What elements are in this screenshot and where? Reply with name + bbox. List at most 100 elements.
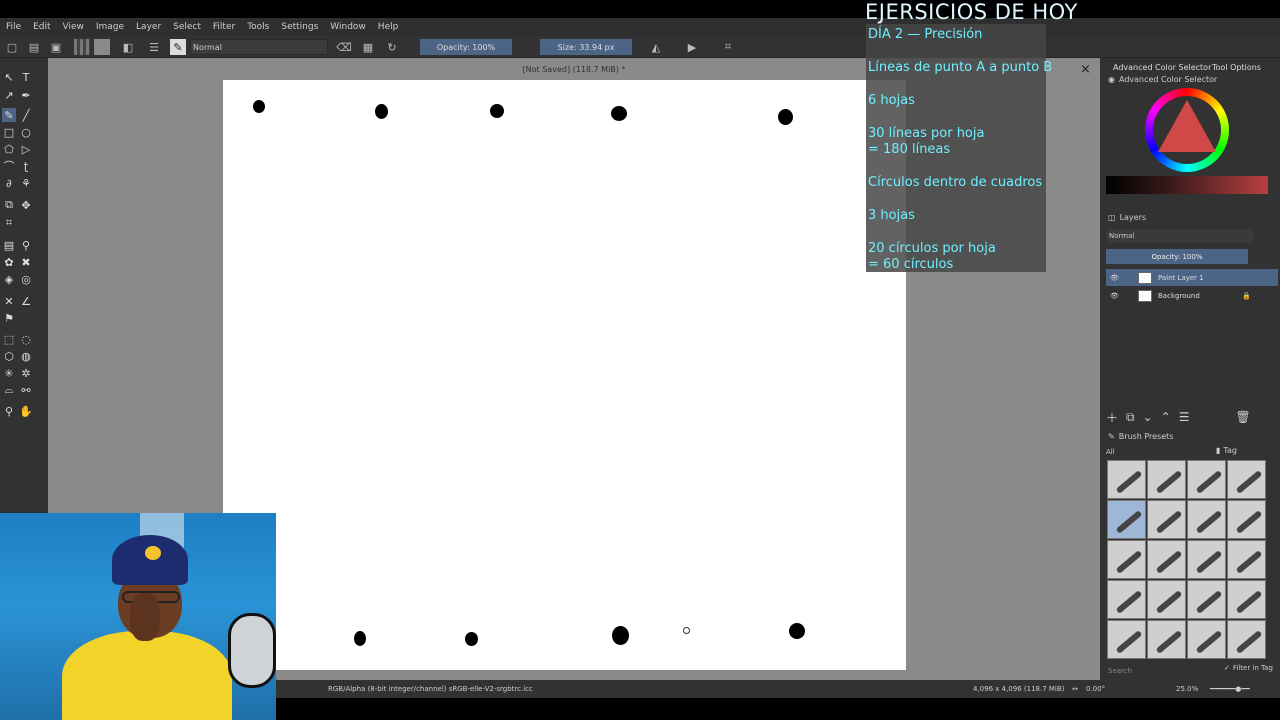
open-document-icon[interactable]: ▤ bbox=[26, 39, 42, 55]
filter-in-tag-checkbox[interactable]: ✓ Filter in Tag bbox=[1224, 664, 1273, 672]
menu-file[interactable]: File bbox=[6, 22, 21, 32]
brush-preset[interactable] bbox=[1147, 580, 1186, 619]
text-tool-icon[interactable]: T bbox=[19, 70, 33, 84]
rotate-icon[interactable]: ↔ bbox=[1072, 685, 1078, 693]
multibrush-icon[interactable]: ⚘ bbox=[19, 176, 33, 190]
opacity-slider[interactable]: Opacity: 100% bbox=[420, 39, 512, 55]
layer-blend-select[interactable]: Normal bbox=[1106, 229, 1254, 243]
color-profile-status[interactable]: RGB/Alpha (8-bit integer/channel) sRGB-e… bbox=[328, 685, 533, 693]
line-tool-icon[interactable]: ╱ bbox=[19, 108, 33, 122]
brush-preset[interactable] bbox=[1147, 620, 1186, 659]
lock-icon[interactable]: 🔒 bbox=[1242, 292, 1251, 300]
reference-tool-icon[interactable]: ⚑ bbox=[2, 311, 16, 325]
rectangle-tool-icon[interactable]: □ bbox=[2, 125, 16, 139]
polygon-tool-icon[interactable]: ⬠ bbox=[2, 142, 16, 156]
brush-filter-select[interactable]: All bbox=[1106, 446, 1212, 458]
menu-settings[interactable]: Settings bbox=[281, 22, 318, 32]
add-layer-icon[interactable]: ＋ bbox=[1106, 409, 1118, 426]
brush-preset[interactable] bbox=[1147, 540, 1186, 579]
rect-select-icon[interactable]: ⬚ bbox=[2, 332, 16, 346]
ellipse-select-icon[interactable]: ◌ bbox=[19, 332, 33, 346]
menu-filter[interactable]: Filter bbox=[213, 22, 235, 32]
menu-tools[interactable]: Tools bbox=[247, 22, 269, 32]
smart-patch-icon[interactable]: ✖ bbox=[19, 255, 33, 269]
select-shapes-icon[interactable]: ↖ bbox=[2, 70, 16, 84]
brush-preset[interactable] bbox=[1187, 460, 1226, 499]
brush-preset[interactable] bbox=[1227, 540, 1266, 579]
zoom-status[interactable]: 25.0% bbox=[1176, 685, 1198, 693]
close-document-icon[interactable]: × bbox=[1080, 62, 1091, 77]
crop-tool-icon[interactable]: ⌗ bbox=[2, 216, 16, 230]
polygon-select-icon[interactable]: ⬡ bbox=[2, 349, 16, 363]
eye-icon[interactable]: 👁 bbox=[1110, 274, 1119, 282]
duplicate-layer-icon[interactable]: ⧉ bbox=[1126, 410, 1135, 425]
calligraphy-icon[interactable]: ✒ bbox=[19, 88, 33, 102]
brush-preset[interactable] bbox=[1147, 460, 1186, 499]
bezier-tool-icon[interactable]: ⌒ bbox=[2, 159, 16, 173]
assistant-tool-icon[interactable]: ✕ bbox=[2, 294, 16, 308]
menu-layer[interactable]: Layer bbox=[136, 22, 161, 32]
tab-advanced-color-selector[interactable]: Advanced Color Selector bbox=[1113, 63, 1211, 72]
brush-tag-button[interactable]: ▮ Tag bbox=[1216, 446, 1237, 455]
drawing-canvas[interactable] bbox=[223, 80, 906, 670]
transform-tool-icon[interactable]: ⧉ bbox=[2, 198, 16, 212]
polyline-tool-icon[interactable]: ▷ bbox=[19, 142, 33, 156]
freehand-path-icon[interactable]: ʈ bbox=[19, 159, 33, 173]
ellipse-tool-icon[interactable]: ○ bbox=[19, 125, 33, 139]
menu-view[interactable]: View bbox=[63, 22, 84, 32]
outline-select-icon[interactable]: ◍ bbox=[19, 349, 33, 363]
save-icon[interactable]: ▣ bbox=[48, 39, 64, 55]
blend-mode-select[interactable]: Normal bbox=[190, 39, 328, 55]
menu-edit[interactable]: Edit bbox=[33, 22, 50, 32]
mirror-vertical-icon[interactable]: ▶ bbox=[684, 39, 700, 55]
new-document-icon[interactable]: ▢ bbox=[4, 39, 20, 55]
eraser-icon[interactable]: ⌫ bbox=[336, 39, 352, 55]
move-down-icon[interactable]: ⌄ bbox=[1143, 410, 1153, 424]
brush-preset[interactable] bbox=[1227, 580, 1266, 619]
move-tool-icon[interactable]: ✥ bbox=[19, 198, 33, 212]
menu-image[interactable]: Image bbox=[96, 22, 124, 32]
tab-tool-options[interactable]: Tool Options bbox=[1212, 63, 1261, 72]
brush-preset[interactable] bbox=[1227, 620, 1266, 659]
layer-row-paint-layer-1[interactable]: 👁 Paint Layer 1 bbox=[1106, 269, 1278, 286]
alpha-lock-icon[interactable]: ▦ bbox=[360, 39, 376, 55]
bezier-select-icon[interactable]: ⌓ bbox=[2, 383, 16, 397]
layer-opacity-slider[interactable]: Opacity: 100% bbox=[1106, 249, 1248, 264]
menu-select[interactable]: Select bbox=[173, 22, 201, 32]
enclose-fill-icon[interactable]: ◎ bbox=[19, 272, 33, 286]
move-up-icon[interactable]: ⌃ bbox=[1161, 410, 1171, 424]
colorize-mask-icon[interactable]: ✿ bbox=[2, 255, 16, 269]
brush-preset[interactable] bbox=[1107, 620, 1146, 659]
brush-preset[interactable] bbox=[1227, 500, 1266, 539]
rotation-status[interactable]: 0.00° bbox=[1086, 685, 1105, 693]
gradient-icon[interactable] bbox=[74, 39, 90, 55]
zoom-slider[interactable]: ━━━━━━●━━ bbox=[1210, 685, 1250, 693]
color-triangle[interactable] bbox=[1158, 100, 1216, 152]
contiguous-select-icon[interactable]: ✳ bbox=[2, 366, 16, 380]
brush-preset[interactable] bbox=[1187, 500, 1226, 539]
color-picker-icon[interactable]: ⚲ bbox=[19, 238, 33, 252]
dynamic-brush-icon[interactable]: ∂ bbox=[2, 176, 16, 190]
edit-shapes-icon[interactable]: ↗ bbox=[2, 88, 16, 102]
brush-preset[interactable] bbox=[1187, 620, 1226, 659]
color-history-bar[interactable] bbox=[1106, 176, 1268, 194]
delete-layer-icon[interactable]: 🗑 bbox=[1235, 410, 1250, 424]
layer-properties-icon[interactable]: ☰ bbox=[1179, 410, 1190, 424]
pan-tool-icon[interactable]: ✋ bbox=[19, 404, 33, 418]
gradient-tool-icon[interactable]: ▤ bbox=[2, 238, 16, 252]
reload-icon[interactable]: ↻ bbox=[384, 39, 400, 55]
brush-preset[interactable] bbox=[1107, 540, 1146, 579]
brush-search-input[interactable]: Search bbox=[1106, 664, 1216, 678]
eye-icon[interactable]: 👁 bbox=[1110, 292, 1119, 300]
freehand-brush-icon[interactable]: ✎ bbox=[2, 108, 16, 122]
measure-tool-icon[interactable]: ∠ bbox=[19, 294, 33, 308]
brush-settings-icon[interactable]: ☰ bbox=[146, 39, 162, 55]
pattern-icon[interactable] bbox=[94, 39, 110, 55]
color-swatch-icon[interactable]: ◧ bbox=[120, 39, 136, 55]
menu-window[interactable]: Window bbox=[330, 22, 366, 32]
crop-icon[interactable]: ⌗ bbox=[720, 39, 736, 55]
similar-select-icon[interactable]: ✲ bbox=[19, 366, 33, 380]
brush-preset-icon[interactable]: ✎ bbox=[170, 39, 186, 55]
zoom-tool-icon[interactable]: ⚲ bbox=[2, 404, 16, 418]
brush-preset[interactable] bbox=[1107, 460, 1146, 499]
